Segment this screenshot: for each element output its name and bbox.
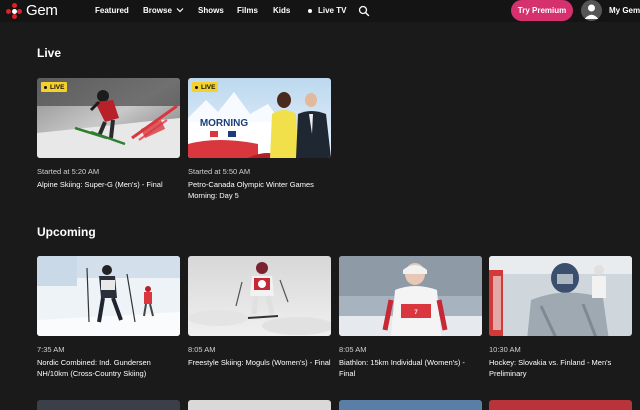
thumbnail[interactable]	[188, 256, 331, 336]
live-badge-label: LIVE	[50, 83, 65, 91]
hockey-player-image	[489, 256, 632, 336]
avatar[interactable]	[581, 0, 602, 21]
next-row-thumbnail[interactable]	[37, 400, 180, 410]
card-title: Hockey: Slovakia vs. Finland - Men's Pre…	[489, 358, 612, 378]
upcoming-card-biathlon[interactable]: 7 8:05 AM Biathlon: 15km Individual (Wom…	[339, 256, 482, 379]
upcoming-card-nordic-combined[interactable]: 7:35 AM Nordic Combined: Ind. Gundersen …	[37, 256, 180, 379]
user-icon	[584, 4, 599, 19]
thumbnail[interactable]	[37, 256, 180, 336]
thumb-morning-text: MORNING	[200, 118, 249, 129]
section-title-upcoming: Upcoming	[37, 225, 96, 239]
next-row-thumbnail[interactable]	[489, 400, 632, 410]
live-card-olympic-morning[interactable]: MORNING LIVE Started at 5:50 AM Petro-Ca…	[188, 78, 331, 201]
card-title: Petro-Canada Olympic Winter Games Mornin…	[188, 180, 314, 200]
card-title: Nordic Combined: Ind. Gundersen NH/10km …	[37, 358, 151, 378]
nordic-skier-image	[37, 256, 180, 336]
next-row-thumbnail[interactable]	[188, 400, 331, 410]
card-title: Biathlon: 15km Individual (Women's) - Fi…	[339, 358, 465, 378]
card-title: Freestyle Skiing: Moguls (Women's) - Fin…	[188, 358, 331, 367]
my-gem-link[interactable]: My Gem	[609, 6, 640, 15]
live-dot-icon	[195, 85, 198, 89]
card-time: Started at 5:20 AM	[37, 167, 100, 176]
thumbnail[interactable]	[489, 256, 632, 336]
logo-text: Gem	[26, 2, 58, 19]
card-time: 10:30 AM	[489, 345, 521, 354]
live-card-alpine-skiing[interactable]: LIVE Started at 5:20 AM Alpine Skiing: S…	[37, 78, 180, 190]
section-title-live: Live	[37, 46, 62, 60]
next-row-thumbnail[interactable]	[339, 400, 482, 410]
thumbnail[interactable]: MORNING LIVE	[188, 78, 331, 158]
upcoming-card-hockey[interactable]: 10:30 AM Hockey: Slovakia vs. Finland - …	[489, 256, 632, 379]
card-time: 8:05 AM	[339, 345, 367, 354]
biathlete-image: 7	[339, 256, 482, 336]
live-badge: LIVE	[192, 82, 219, 92]
cbc-logo-icon	[6, 3, 22, 19]
try-premium-button[interactable]: Try Premium	[511, 0, 573, 21]
card-time: 7:35 AM	[37, 345, 65, 354]
top-nav: Gem Featured Browse Shows Films Kids Liv…	[0, 0, 640, 22]
upcoming-card-freestyle-moguls[interactable]: 8:05 AM Freestyle Skiing: Moguls (Women'…	[188, 256, 331, 368]
live-badge-label: LIVE	[201, 83, 216, 91]
thumbnail[interactable]: 7	[339, 256, 482, 336]
nav-browse[interactable]: Browse	[143, 6, 172, 16]
nav-live-tv[interactable]: Live TV	[318, 6, 346, 16]
chevron-down-icon[interactable]	[176, 5, 184, 15]
card-time: Started at 5:50 AM	[188, 167, 251, 176]
nav-shows[interactable]: Shows	[198, 6, 224, 16]
moguls-skier-image	[188, 256, 331, 336]
live-badge: LIVE	[41, 82, 68, 92]
gem-logo[interactable]: Gem	[6, 3, 58, 19]
thumbnail[interactable]: LIVE	[37, 78, 180, 158]
card-title: Alpine Skiing: Super-G (Men's) - Final	[37, 180, 163, 189]
nav-films[interactable]: Films	[237, 6, 258, 16]
card-time: 8:05 AM	[188, 345, 216, 354]
search-icon[interactable]	[358, 5, 370, 17]
live-dot-icon	[308, 9, 312, 13]
live-dot-icon	[44, 85, 47, 89]
nav-kids[interactable]: Kids	[273, 6, 290, 16]
nav-featured[interactable]: Featured	[95, 6, 129, 16]
